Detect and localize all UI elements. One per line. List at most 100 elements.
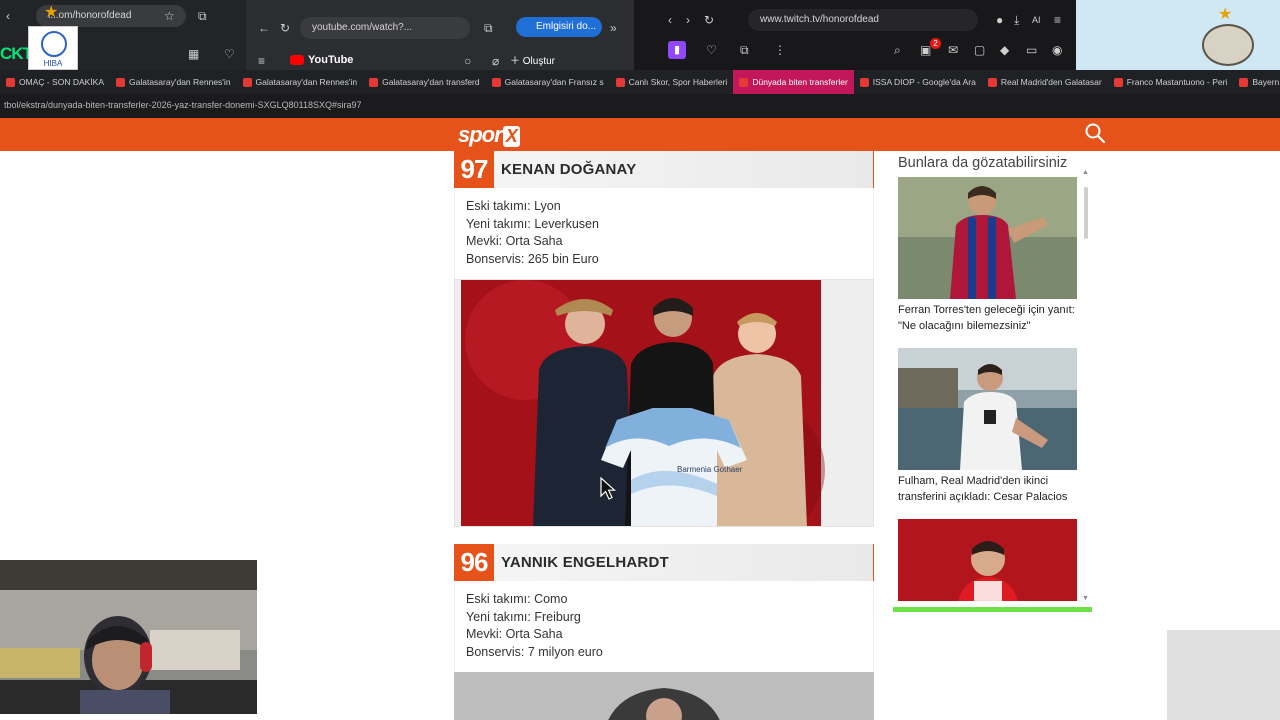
related-thumbnail[interactable]: [898, 177, 1077, 299]
avatar[interactable]: ◉: [1052, 43, 1062, 57]
download-icon[interactable]: ⤓: [1014, 13, 1019, 27]
bookmark-favicon-icon: [615, 78, 625, 88]
bookmark-item[interactable]: Franco Mastantuono - Peri: [1108, 70, 1234, 94]
bookmark-label: OMAÇ - SON DAKİKA: [19, 77, 105, 87]
cesar-palacios-photo: [898, 348, 1077, 470]
new-team: Yeni takımı: Leverkusen: [466, 216, 599, 231]
notification-badge: 2: [930, 38, 941, 49]
page-url[interactable]: tbol/ekstra/dunyada-biten-transferler-20…: [0, 94, 1280, 118]
bookmark-favicon-icon: [1113, 78, 1123, 88]
back-icon[interactable]: ‹: [668, 13, 672, 27]
site-header: spor X: [0, 118, 1280, 151]
address-bar-twitch[interactable]: www.twitch.tv/honorofdead: [748, 9, 978, 31]
player-photo: [454, 671, 874, 720]
related-thumbnail[interactable]: [898, 519, 1077, 601]
bookmark-item[interactable]: Dünyada biten transferler: [733, 70, 854, 94]
address-bar-youtube[interactable]: youtube.com/watch?...: [300, 17, 470, 39]
bookmark-item[interactable]: Real Madrid'den Galatasar: [982, 70, 1108, 94]
bookmark-favicon-icon: [1239, 78, 1249, 88]
transfer-list: 97 KENAN DOĞANAY Eski takımı: Lyon Yeni …: [454, 151, 874, 720]
back-icon[interactable]: ‹: [6, 9, 10, 23]
position: Mevki: Orta Saha: [466, 234, 563, 249]
scroll-up-icon[interactable]: ▲: [1082, 169, 1089, 176]
mic-icon[interactable]: ⌀: [492, 54, 499, 68]
bookmark-item[interactable]: Galatasaray'dan Rennes'in: [237, 70, 364, 94]
bookmark-favicon-icon: [6, 78, 15, 88]
player-photo: Barmenia Gothaer: [454, 278, 874, 527]
sporx-logo[interactable]: spor X: [458, 122, 520, 148]
honor-of-dead-seal: [1202, 24, 1254, 66]
bookmark-label: Galatasaray'dan Rennes'in: [129, 77, 231, 87]
transfer-entry: 97 KENAN DOĞANAY Eski takımı: Lyon Yeni …: [454, 151, 874, 527]
bookmark-item[interactable]: Galatasaray'dan Fransız s: [486, 70, 610, 94]
search-icon[interactable]: ⌕: [894, 43, 901, 57]
position: Mevki: Orta Saha: [466, 627, 563, 642]
related-sidebar: Bunlara da gözatabilirsiniz Ferran Torre…: [893, 151, 1093, 613]
bookmark-label: Dünyada biten transferler: [752, 77, 848, 87]
related-card[interactable]: Fulham, Real Madrid'den ikinci transferi…: [898, 348, 1077, 505]
star-decoration-icon: ★: [1218, 6, 1233, 23]
crop-icon[interactable]: ▢: [974, 43, 985, 57]
tab-pill[interactable]: Emlgisiri do...: [516, 17, 602, 37]
bookmark-item[interactable]: ISSA DIOP - Google'da Ara: [854, 70, 982, 94]
star-icon[interactable]: ☆: [164, 9, 175, 23]
player-name: YANNIK ENGELHARDT: [501, 553, 669, 571]
bookmark-item[interactable]: Galatasaray'dan transferd: [363, 70, 486, 94]
extensions-icon[interactable]: ⧉: [198, 9, 207, 23]
ai-label[interactable]: AI: [1032, 13, 1041, 27]
related-thumbnail[interactable]: [898, 348, 1077, 470]
related-caption[interactable]: Fulham, Real Madrid'den ikinci transferi…: [898, 474, 1077, 505]
more-icon[interactable]: ⋮: [774, 43, 786, 57]
sidebar-scroll-area[interactable]: Ferran Torres'ten geleceği için yanıt: "…: [893, 177, 1091, 607]
create-button[interactable]: ＋ Oluştur: [510, 52, 555, 67]
mail-icon[interactable]: ✉: [948, 43, 958, 57]
menu-icon[interactable]: ≡: [258, 54, 265, 68]
bookmark-item[interactable]: Bayern: [1233, 70, 1280, 94]
drops-icon[interactable]: ▭: [1026, 43, 1037, 57]
player-name: KENAN DOĞANAY: [501, 161, 637, 178]
related-caption[interactable]: Ferran Torres'ten geleceği için yanıt: "…: [898, 303, 1077, 334]
former-team: Eski takımı: Como: [466, 591, 568, 606]
rank-number: 97: [454, 151, 494, 188]
player-photo-partial: [454, 671, 874, 720]
globe-icon: [41, 31, 67, 57]
profile-icon[interactable]: ●: [996, 13, 1003, 27]
search-icon[interactable]: [1084, 122, 1106, 144]
forward-icon[interactable]: ›: [686, 13, 690, 27]
bookmark-label: Canlı Skor, Spor Haberleri: [628, 77, 728, 87]
bookmark-item[interactable]: Canlı Skor, Spor Haberleri: [610, 70, 734, 94]
bookmark-label: Galatasaray'dan Rennes'in: [255, 77, 358, 87]
bits-icon[interactable]: ◆: [1000, 43, 1009, 57]
more-tabs-icon[interactable]: »: [610, 21, 617, 35]
star-decoration-icon: ★: [44, 4, 59, 21]
former-team: Eski takımı: Lyon: [466, 199, 561, 213]
hiba-logo: HIBA: [28, 26, 78, 70]
copy-icon[interactable]: ⧉: [740, 43, 749, 57]
reload-icon[interactable]: ↻: [280, 21, 290, 35]
extensions-icon[interactable]: ⧉: [484, 21, 493, 35]
scroll-down-icon[interactable]: ▼: [1082, 595, 1089, 602]
bookmark-favicon-icon: [116, 78, 126, 88]
grid-icon[interactable]: ▦: [188, 47, 199, 61]
heart-icon[interactable]: ♡: [706, 43, 717, 57]
youtube-logo[interactable]: YouTube: [290, 54, 353, 66]
entry-header: 97 KENAN DOĞANAY: [454, 151, 874, 188]
scrollbar-thumb[interactable]: [1084, 187, 1088, 239]
bookmarks-bar: OMAÇ - SON DAKİKA Galatasaray'dan Rennes'…: [0, 70, 1280, 94]
twitch-logo-icon[interactable]: ▮: [668, 41, 686, 59]
bookmark-item[interactable]: Galatasaray'dan Rennes'in: [110, 70, 237, 94]
reload-icon[interactable]: ↻: [704, 13, 714, 27]
bookmark-item[interactable]: OMAÇ - SON DAKİKA: [0, 70, 110, 94]
entry-details: Eski takımı: Lyon Yeni takımı: Leverkuse…: [454, 188, 874, 279]
transfer-fee: Bonservis: 7 milyon euro: [466, 644, 603, 659]
related-card[interactable]: [898, 519, 1077, 605]
heart-icon[interactable]: ♡: [224, 47, 235, 61]
bookmark-favicon-icon: [739, 78, 749, 88]
transfer-fee: Bonservis: 265 bin Euro: [466, 252, 599, 267]
bookmark-label: ISSA DIOP - Google'da Ara: [872, 77, 976, 87]
sidebar-scrollbar[interactable]: ▲ ▼: [1082, 169, 1089, 602]
back-icon[interactable]: ←: [258, 21, 270, 35]
search-icon[interactable]: ○: [464, 54, 471, 68]
menu-icon[interactable]: ≡: [1054, 13, 1061, 27]
related-card[interactable]: Ferran Torres'ten geleceği için yanıt: "…: [898, 177, 1077, 334]
